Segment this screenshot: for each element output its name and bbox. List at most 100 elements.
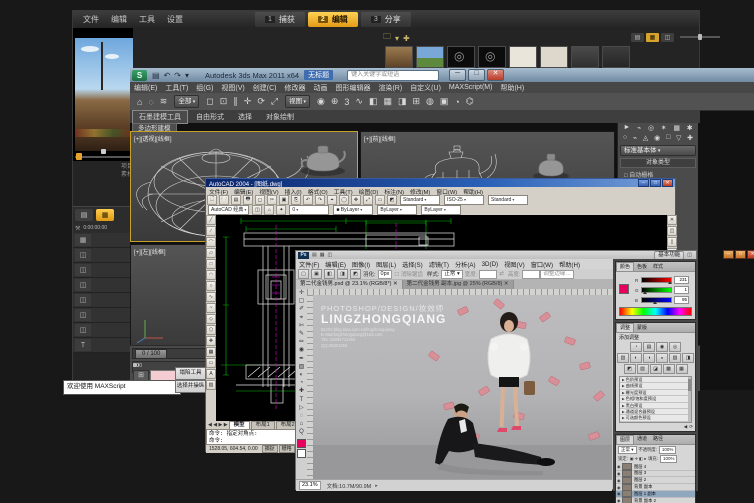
lock-icon[interactable]: ▣: [630, 456, 634, 461]
panel-icon[interactable]: ◫: [687, 252, 692, 258]
status-arrow-icon[interactable]: ▸: [375, 483, 378, 489]
qat-icon[interactable]: ▾: [185, 71, 189, 80]
adjustment-icon[interactable]: ◪: [650, 364, 662, 374]
photoshop-appbar[interactable]: Ps ▤▦◫ 基本功能 ◫: [296, 251, 696, 259]
menu-item[interactable]: 编辑(E): [134, 83, 157, 93]
panel-tab[interactable]: 图层: [616, 435, 634, 444]
refine-edge-button[interactable]: 调整边缘…: [540, 270, 574, 279]
command-subtab-icon[interactable]: ⌁: [633, 134, 637, 142]
draw-tool-icon[interactable]: ▭: [206, 358, 216, 368]
timeline-view-button[interactable]: ▦: [96, 209, 114, 221]
menu-item[interactable]: 渲染(R): [378, 83, 402, 93]
adjustment-icon[interactable]: ▩: [663, 364, 675, 374]
toolbar-icon[interactable]: ⤢: [271, 96, 278, 107]
adjustment-icon[interactable]: ◎: [669, 342, 681, 352]
toolbar-icon[interactable]: ◻: [255, 195, 265, 205]
toolbar-icon[interactable]: ⊕: [331, 96, 339, 107]
maximize-button[interactable]: □: [735, 250, 746, 259]
tool-icon[interactable]: ✒: [299, 355, 304, 363]
menu-item[interactable]: 3D(D): [482, 261, 499, 268]
adjustment-icon[interactable]: ◨: [682, 353, 694, 363]
primitive-category-combo[interactable]: 标准基本体: [620, 145, 696, 156]
toolbar-icon[interactable]: ◻: [206, 96, 213, 107]
media-thumbnail[interactable]: [540, 46, 568, 68]
tool-icon[interactable]: ▨: [299, 363, 305, 371]
red-slider[interactable]: R 231: [635, 276, 689, 284]
toolbar-icon[interactable]: ↶: [303, 195, 313, 205]
timeline-track[interactable]: T: [73, 338, 131, 353]
close-button[interactable]: ✕: [747, 250, 754, 259]
menu-item[interactable]: 图形编辑器: [335, 83, 370, 93]
panel-tab[interactable]: 调整: [616, 323, 634, 332]
canvas[interactable]: PHOTOSHOP/DESIGN/妆效师 LINGZHONGQIANG BLOG…: [313, 295, 612, 479]
panel-tab[interactable]: 样式: [650, 263, 666, 271]
toolbar-icon[interactable]: ◉: [317, 96, 325, 107]
qat-icon[interactable]: ↷: [174, 71, 181, 80]
color-spectrum-bar[interactable]: [619, 307, 692, 316]
adjustment-icon[interactable]: ◒: [656, 353, 668, 363]
draw-tool-icon[interactable]: ✚: [206, 336, 216, 346]
minimize-button[interactable]: ─: [449, 69, 466, 81]
grid-view-button[interactable]: ▦: [646, 33, 659, 42]
minimize-button[interactable]: ─: [723, 250, 734, 259]
menu-item[interactable]: 动画: [313, 83, 327, 93]
adjustment-icon[interactable]: ◔: [630, 342, 642, 352]
selection-mode-icon[interactable]: ◨: [337, 269, 348, 279]
panel-tab[interactable]: 颜色: [616, 262, 634, 271]
list-view-button[interactable]: ▤: [631, 33, 644, 42]
viewport-label[interactable]: [+][透视][线框]: [134, 134, 172, 143]
command-subtab-icon[interactable]: □: [666, 134, 670, 142]
lineweight-combo[interactable]: ByLayer: [421, 205, 461, 215]
floating-tool-button[interactable]: 塌陷工具: [175, 367, 206, 380]
style-combo[interactable]: Standard: [488, 195, 528, 205]
toolbar-icon[interactable]: ◫: [252, 205, 262, 215]
tab-close-icon[interactable]: ✕: [393, 281, 398, 287]
toolbar-icon[interactable]: ⊞: [413, 96, 421, 107]
tool-icon[interactable]: ✐: [299, 305, 304, 313]
layer-row[interactable]: ◉ 背景 副本 2: [616, 498, 695, 503]
toolbar-icon[interactable]: 🗋: [207, 195, 217, 205]
style-combo[interactable]: ISO-25: [444, 195, 484, 205]
panel-footer-icon[interactable]: ⟳: [689, 424, 693, 430]
toolbar-icon[interactable]: ▭: [375, 195, 385, 205]
command-tab-icon[interactable]: ▦: [673, 124, 680, 132]
tool-icon[interactable]: ✛: [299, 289, 304, 297]
toolbar-icon[interactable]: ⌂: [137, 97, 142, 107]
menu-item[interactable]: 视图(V): [221, 83, 244, 93]
track-manager-icon[interactable]: ⚒: [75, 225, 80, 232]
adjustment-icon[interactable]: ▥: [617, 353, 629, 363]
max-titlebar[interactable]: S ▤↶↷▾ Autodesk 3ds Max 2011 x64 无标题 键入关…: [130, 68, 754, 82]
scrollbar[interactable]: [688, 377, 691, 422]
tab-scroll-buttons[interactable]: ◀ ◀ ▶ ▶: [208, 422, 228, 428]
lock-icon[interactable]: ●: [644, 456, 646, 461]
playback-slider[interactable]: [75, 153, 133, 161]
menu-item[interactable]: 滤镜(T): [429, 260, 449, 269]
menu-item[interactable]: 自定义(U): [410, 83, 441, 93]
blend-mode-combo[interactable]: 正常 ▾: [618, 446, 637, 454]
menu-item[interactable]: 组(G): [196, 83, 213, 93]
style-combo[interactable]: Standard: [400, 195, 440, 205]
command-tab-icon[interactable]: ►: [623, 124, 630, 132]
media-thumbnail[interactable]: [509, 46, 537, 68]
draw-tool-icon[interactable]: ▱: [206, 248, 216, 258]
menu-item[interactable]: 文件(F): [299, 260, 319, 269]
floating-tool-button[interactable]: 选择并操纵: [175, 380, 206, 393]
minimize-button[interactable]: ─: [638, 179, 649, 187]
draw-tool-icon[interactable]: ⬡: [206, 325, 216, 335]
tool-icon[interactable]: ✎: [299, 330, 304, 338]
toolbar-icon[interactable]: ◨: [398, 96, 407, 107]
width-input[interactable]: [479, 270, 497, 279]
toolbar-icon[interactable]: 3: [344, 97, 349, 107]
menu-item[interactable]: 分析(A): [455, 260, 476, 269]
menu-item[interactable]: 窗口(W): [531, 260, 553, 269]
fill-input[interactable]: 100%: [660, 455, 678, 463]
qat-icon[interactable]: ▤: [152, 71, 160, 80]
panel-footer-icon[interactable]: ◀: [684, 424, 687, 430]
toolbar-icon[interactable]: ◌: [148, 97, 153, 107]
ribbon-tab[interactable]: 自由形式: [190, 111, 230, 123]
modify-tool-icon[interactable]: ◫: [667, 226, 677, 236]
menu-item[interactable]: 编辑(E): [325, 260, 346, 269]
menu-item[interactable]: 工具: [139, 14, 155, 25]
height-input[interactable]: [522, 270, 540, 279]
draw-tool-icon[interactable]: ▦: [206, 347, 216, 357]
